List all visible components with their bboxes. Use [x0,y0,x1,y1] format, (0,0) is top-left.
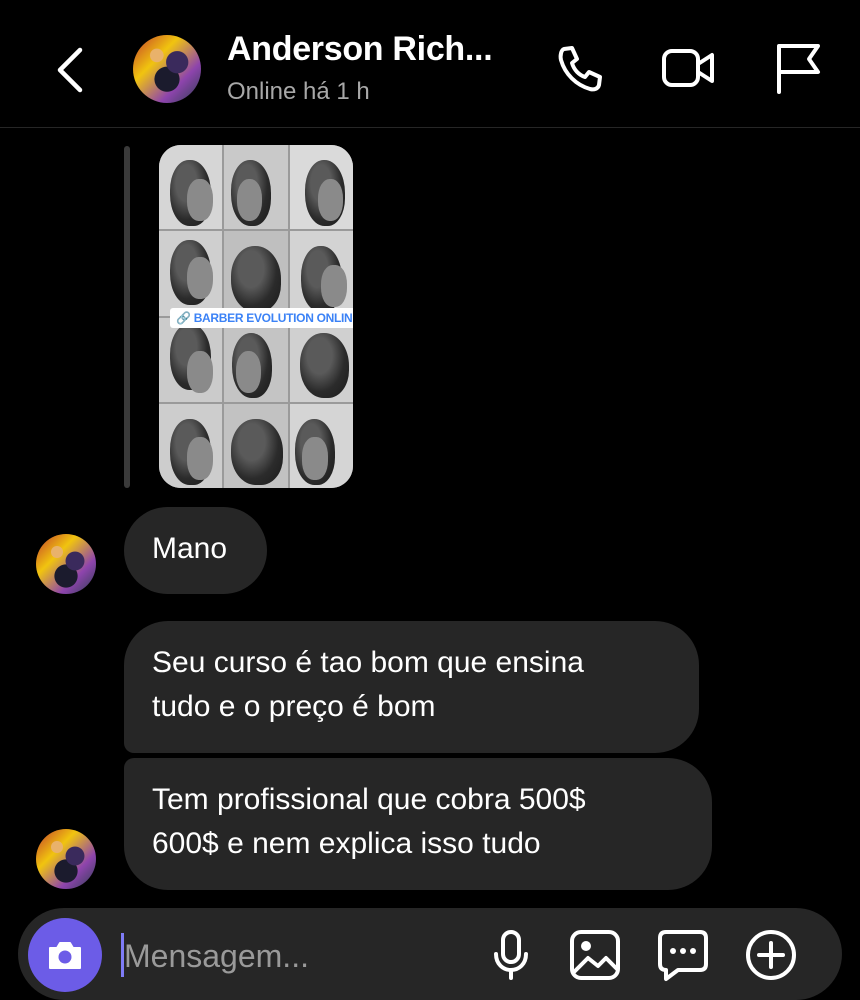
message-text: Mano [152,532,228,565]
plus-circle-icon [746,930,796,980]
report-button[interactable] [770,40,826,96]
chevron-left-icon [57,47,83,93]
gallery-button[interactable] [568,928,622,982]
avatar[interactable] [36,829,96,889]
microphone-icon [494,930,528,980]
flag-icon [777,44,820,94]
story-link-label: BARBER EVOLUTION ONLINE [193,311,353,325]
image-icon [570,930,620,980]
message-text-line: 600$ e nem explica isso tudo [152,827,541,860]
call-button[interactable] [552,40,608,96]
contact-name[interactable]: Anderson Rich... [227,30,493,69]
phone-icon [558,46,602,92]
avatar[interactable] [133,35,201,103]
haircut-photo [159,231,223,316]
video-camera-icon [662,49,714,87]
haircut-photo [224,231,288,316]
video-call-button[interactable] [660,40,716,96]
message-text-line: Tem profissional que cobra 500$ [152,783,586,816]
back-button[interactable] [50,42,90,98]
story-link-sticker[interactable]: 🔗 BARBER EVOLUTION ONLINE [170,308,353,328]
message-bubble[interactable]: Mano [124,507,267,594]
haircut-photo [289,231,353,316]
haircut-photo [159,403,223,488]
avatar[interactable] [36,534,96,594]
message-composer [18,908,842,1000]
haircut-photo [159,145,223,230]
chat-bubble-icon [658,930,708,981]
camera-icon [49,942,81,969]
haircut-photo [224,317,288,402]
message-bubble[interactable]: Tem profissional que cobra 500$ 600$ e n… [124,758,712,890]
sticker-button[interactable] [656,928,710,982]
message-text-line: tudo e o preço é bom [152,690,436,723]
more-options-button[interactable] [744,928,798,982]
chat-header: Anderson Rich... Online há 1 h [0,0,860,128]
haircut-photo [224,403,288,488]
message-input[interactable] [122,926,466,986]
shared-story-preview[interactable]: 🔗 BARBER EVOLUTION ONLINE [159,145,353,488]
reply-indicator-line [124,146,130,488]
message-text-line: Seu curso é tao bom que ensina [152,646,584,679]
haircut-photo [289,317,353,402]
haircut-photo [159,317,223,402]
message-bubble[interactable]: Seu curso é tao bom que ensina tudo e o … [124,621,699,753]
contact-status: Online há 1 h [227,78,370,105]
voice-message-button[interactable] [484,928,538,982]
haircut-photo [289,403,353,488]
haircut-photo [289,145,353,230]
haircut-photo [224,145,288,230]
camera-button[interactable] [28,918,102,992]
